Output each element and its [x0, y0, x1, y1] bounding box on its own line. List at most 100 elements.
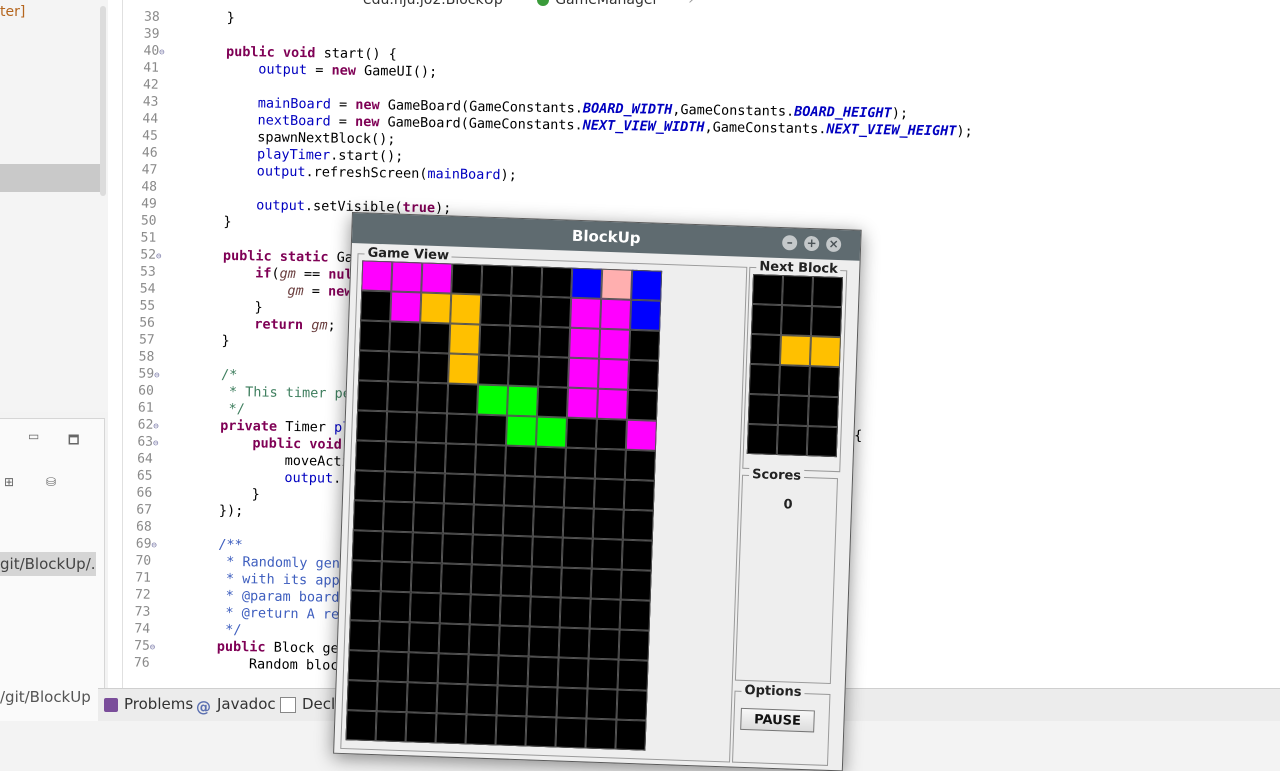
gutter-padding	[162, 519, 187, 535]
empty-cell	[480, 295, 511, 326]
block-cell	[630, 300, 661, 331]
code-line[interactable]: 42	[108, 76, 193, 94]
score-value: 0	[742, 496, 834, 514]
empty-cell	[778, 395, 809, 426]
empty-cell	[510, 296, 541, 327]
code-token: public	[217, 639, 266, 656]
line-number: 49	[108, 195, 157, 213]
empty-cell	[472, 534, 503, 565]
code-token: mainBoard	[258, 95, 331, 112]
code-line[interactable]: 48	[108, 178, 192, 196]
code-token	[188, 417, 221, 434]
code-token: }	[189, 332, 230, 349]
empty-cell	[356, 410, 387, 441]
empty-cell	[419, 322, 450, 353]
git-repo-path[interactable]: /git/BlockUp	[0, 688, 100, 706]
code-token: });	[186, 502, 243, 519]
code-line[interactable]: 74 */	[108, 620, 242, 639]
block-cell	[507, 386, 538, 417]
game-board[interactable]	[346, 260, 663, 750]
code-token	[190, 281, 288, 299]
line-number: 63	[108, 433, 153, 451]
gutter-padding	[168, 94, 193, 110]
block-cell	[597, 389, 628, 420]
empty-cell	[447, 383, 478, 414]
gutter-padding	[161, 587, 186, 603]
code-line[interactable]: 51	[108, 229, 191, 247]
code-token: =	[331, 97, 356, 113]
code-token	[184, 638, 217, 655]
tree-selected-row[interactable]	[0, 164, 100, 192]
empty-cell	[565, 448, 596, 479]
code-line[interactable]: 38 }	[108, 8, 235, 27]
empty-cell	[439, 623, 470, 654]
line-number: 65	[108, 467, 153, 485]
game-view-panel: Game View	[340, 253, 747, 762]
gutter-padding	[166, 247, 191, 263]
repository-icon[interactable]: ⛁	[46, 475, 56, 489]
gutter-padding	[168, 111, 193, 127]
empty-cell	[414, 472, 445, 503]
code-token: */	[188, 400, 245, 417]
empty-cell	[358, 350, 389, 381]
empty-cell	[624, 480, 655, 511]
empty-cell	[440, 593, 471, 624]
empty-cell	[354, 470, 385, 501]
code-token	[192, 162, 257, 179]
gutter-padding	[167, 196, 192, 212]
code-token: /**	[186, 536, 243, 553]
gutter-padding	[165, 298, 190, 314]
code-line[interactable]: 61 */	[108, 399, 245, 418]
code-token: output	[284, 470, 333, 487]
line-number: 75	[108, 637, 150, 655]
code-token: =	[331, 114, 356, 130]
explorer-scrollbar[interactable]	[100, 6, 106, 196]
code-token: =	[304, 283, 329, 299]
code-line[interactable]: 68	[108, 518, 186, 536]
code-token: new	[331, 63, 356, 79]
code-line[interactable]: 50 }	[108, 212, 232, 231]
code-line[interactable]: 57 }	[108, 331, 230, 350]
code-line[interactable]: 58	[108, 348, 189, 366]
empty-cell	[411, 562, 442, 593]
empty-cell	[382, 531, 413, 562]
code-token: NEXT_VIEW_HEIGHT	[826, 121, 956, 139]
gutter-padding	[159, 655, 184, 671]
empty-cell	[410, 592, 441, 623]
pause-button[interactable]: PAUSE	[740, 708, 815, 733]
code-line[interactable]: 69⊖ /**	[108, 535, 243, 554]
minimize-icon[interactable]: ▭	[28, 429, 39, 443]
tab-problems[interactable]: Problems	[104, 695, 193, 713]
collapse-tree-icon[interactable]: ⊞	[4, 475, 14, 489]
code-token: );	[435, 200, 452, 216]
line-number: 51	[108, 229, 156, 247]
code-token: ;	[327, 317, 335, 333]
code-line[interactable]: 39	[108, 25, 194, 43]
chevron-right-icon: ›	[688, 0, 694, 8]
git-repo-path-selected[interactable]: git/BlockUp/.git	[0, 552, 96, 576]
code-token	[190, 247, 223, 264]
block-cell	[568, 358, 599, 389]
code-token: /*	[188, 366, 237, 383]
code-line[interactable]: 59⊖ /*	[108, 365, 237, 384]
empty-cell	[509, 326, 540, 357]
empty-cell	[534, 477, 565, 508]
code-line[interactable]: 67 });	[108, 501, 243, 520]
line-number: 54	[108, 280, 156, 298]
empty-cell	[360, 290, 391, 321]
empty-cell	[589, 629, 620, 660]
maximize-icon[interactable]: 🗖	[68, 431, 79, 452]
tab-javadoc[interactable]: @Javadoc	[196, 695, 276, 713]
empty-cell	[537, 387, 568, 418]
code-token: spawnNextBlock();	[192, 128, 395, 147]
empty-cell	[499, 625, 530, 656]
empty-cell	[560, 598, 591, 629]
empty-cell	[752, 274, 783, 305]
block-cell	[570, 298, 601, 329]
gutter-padding	[166, 264, 191, 280]
empty-cell	[473, 504, 504, 535]
tree-fragment-text: ter]	[0, 4, 25, 20]
line-number: 40	[108, 42, 159, 60]
line-number: 69	[108, 535, 152, 553]
empty-cell	[541, 267, 572, 298]
